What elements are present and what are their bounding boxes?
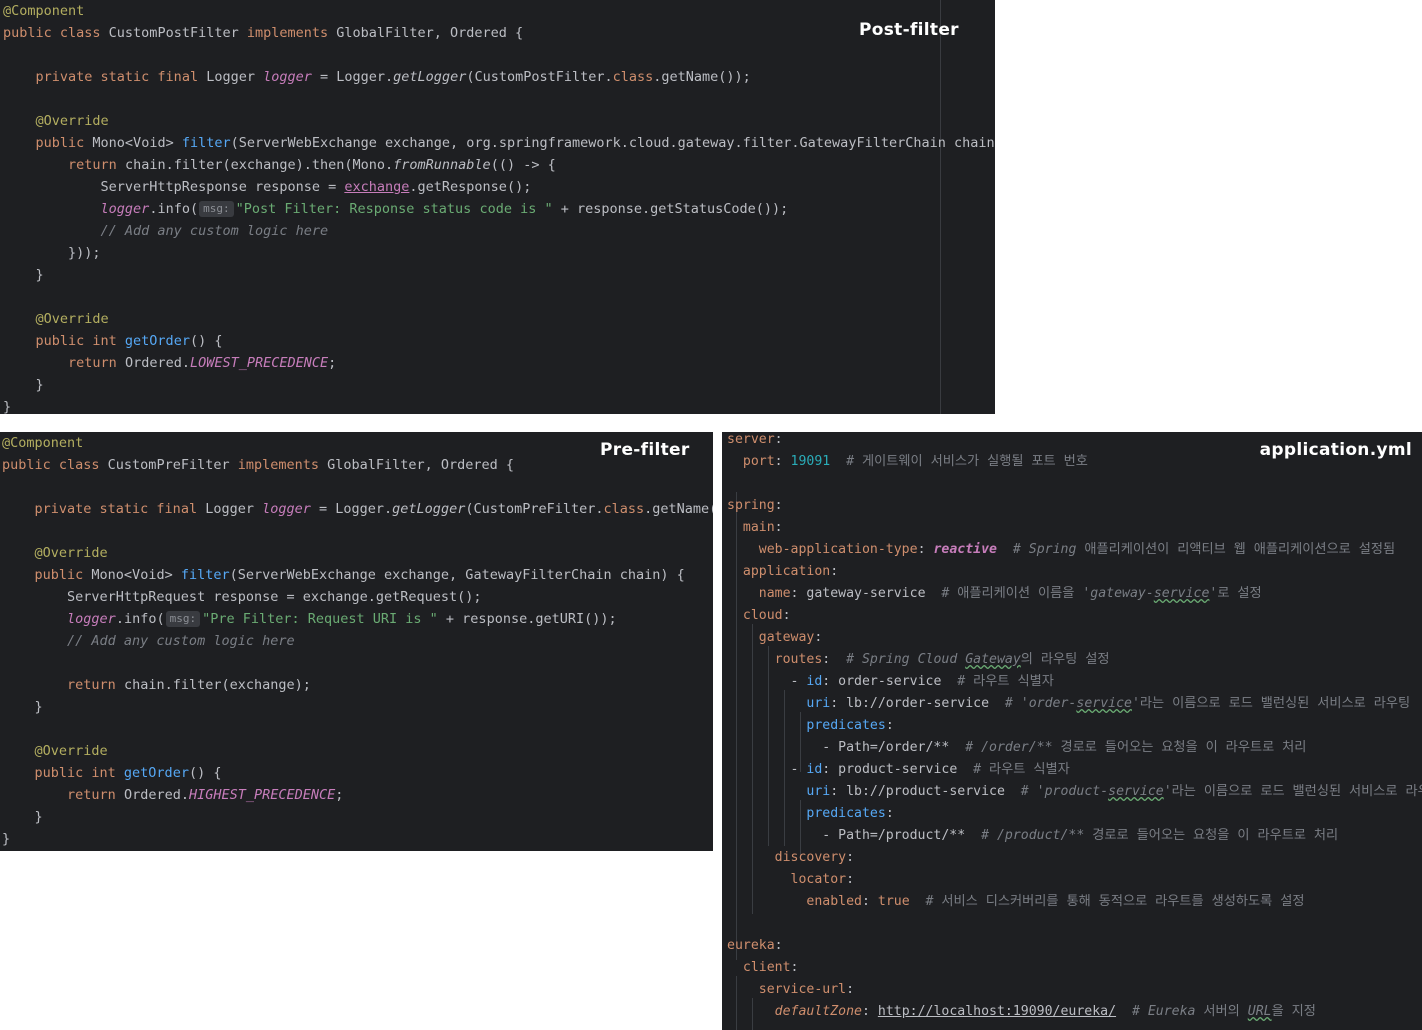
code-line: @Override [2, 743, 108, 759]
code-line: defaultZone: http://localhost:19090/eure… [774, 1004, 1316, 1019]
code-line: - id: order-service # 라우트 식별자 [727, 674, 1054, 689]
code-line: name: gateway-service # 애플리케이션 이름을 'gate… [758, 586, 1262, 601]
code-line: routes: # Spring Cloud Gateway의 라우팅 설정 [774, 652, 1110, 667]
parameter-hint: msg: [199, 201, 234, 217]
code-line: } [2, 831, 11, 847]
code-line: service-url: [758, 982, 855, 997]
eureka-url-link[interactable]: http://localhost:19090/eureka/ [878, 1004, 1116, 1019]
application-yml-code[interactable]: server: port: 19091 # 게이트웨이 서비스가 실행될 포트 … [727, 432, 1422, 1023]
code-line: return chain.filter(exchange).then(Mono.… [68, 157, 556, 173]
pre-filter-code[interactable]: @Component public class CustomPreFilter i… [2, 432, 713, 850]
application-yml-panel: server: port: 19091 # 게이트웨이 서비스가 실행될 포트 … [722, 432, 1422, 1030]
code-line: eureka: [727, 938, 783, 953]
pre-filter-code-panel: @Component public class CustomPreFilter i… [0, 432, 713, 851]
code-line: // Add any custom logic here [2, 633, 295, 649]
code-line: ServerHttpResponse response = exchange.g… [3, 179, 532, 195]
code-line: uri: lb://order-service # 'order-service… [806, 696, 1411, 711]
code-line: return chain.filter(exchange); [67, 677, 311, 693]
code-line: client: [742, 960, 799, 975]
code-line: return Ordered.HIGHEST_PRECEDENCE; [67, 787, 344, 803]
code-line: logger.info(msg: "Pre Filter: Request URI… [67, 611, 617, 627]
code-line: } [2, 699, 43, 715]
code-line: private static final Logger logger = Log… [35, 69, 751, 85]
code-line: })); [3, 245, 101, 261]
code-line: logger.info(msg: "Post Filter: Response s… [100, 201, 789, 217]
code-line: uri: lb://product-service # 'product-ser… [806, 784, 1422, 799]
code-line: ServerHttpRequest response = exchange.ge… [2, 589, 482, 605]
code-line: public Mono<Void> filter(ServerWebExchan… [35, 135, 995, 151]
code-line: - Path=/order/** # /order/** 경로로 들어오는 요청… [727, 740, 1307, 755]
code-line: predicates: [806, 718, 894, 733]
code-line: private static final Logger logger = Log… [34, 501, 713, 517]
code-line: predicates: [806, 806, 894, 821]
code-line: } [3, 377, 44, 393]
code-line: gateway: [758, 630, 823, 645]
post-filter-title: Post-filter [859, 20, 959, 40]
code-line: public int getOrder() { [34, 765, 222, 781]
code-line: main: [742, 520, 783, 535]
code-line: enabled: true # 서비스 디스커버리를 통해 동적으로 라우트를 … [806, 894, 1305, 909]
code-line: spring: [727, 498, 783, 513]
application-yml-title: application.yml [1259, 440, 1412, 460]
code-line: discovery: [774, 850, 855, 865]
code-line: public int getOrder() { [35, 333, 223, 349]
pre-filter-title: Pre-filter [600, 440, 690, 460]
code-line: } [3, 267, 44, 283]
code-line: @Override [2, 545, 108, 561]
post-filter-code[interactable]: @Component public class CustomPostFilter … [3, 0, 995, 414]
code-line: @Override [3, 311, 109, 327]
code-line: locator: [790, 872, 855, 887]
code-line: application: [742, 564, 839, 579]
parameter-hint: msg: [165, 611, 201, 627]
code-line: cloud: [742, 608, 791, 623]
code-line: } [3, 399, 12, 414]
code-line: return Ordered.LOWEST_PRECEDENCE; [68, 355, 337, 371]
code-line: public class CustomPostFilter implements… [3, 25, 524, 41]
code-line: public Mono<Void> filter(ServerWebExchan… [34, 567, 685, 583]
code-line: // Add any custom logic here [3, 223, 329, 239]
code-line: @Component [3, 3, 85, 19]
code-line: - id: product-service # 라우트 식별자 [727, 762, 1070, 777]
code-line: web-application-type: reactive # Spring … [758, 542, 1396, 557]
code-line: } [2, 809, 43, 825]
post-filter-code-panel: @Component public class CustomPostFilter … [0, 0, 995, 414]
code-line: @Override [3, 113, 109, 129]
code-line: - Path=/product/** # /product/** 경로로 들어오… [727, 828, 1339, 843]
